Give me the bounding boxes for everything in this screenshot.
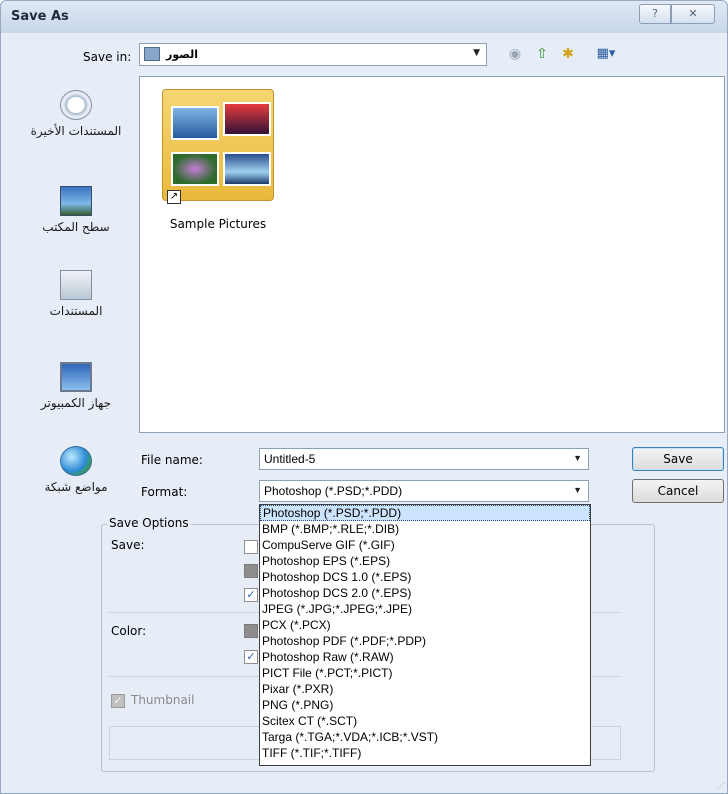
recent-icon: [60, 90, 92, 120]
place-computer[interactable]: جهاز الكمبيوتر: [21, 362, 131, 410]
thumbnail-image: [171, 152, 219, 186]
save-option-checkbox[interactable]: [244, 540, 258, 554]
shortcut-arrow-icon: ↗: [167, 190, 181, 204]
save-in-value: الصور: [166, 48, 198, 61]
thumbnail-image: [223, 102, 271, 136]
file-list[interactable]: ↗ Sample Pictures: [139, 76, 725, 433]
file-name-value: Untitled-5: [264, 452, 316, 466]
place-label: سطح المكتب: [42, 220, 110, 234]
dialog-title: Save As: [11, 9, 69, 24]
new-folder-icon[interactable]: ✱: [559, 45, 577, 63]
place-label: جهاز الكمبيوتر: [40, 396, 112, 410]
format-option[interactable]: Targa (*.TGA;*.VDA;*.ICB;*.VST): [260, 729, 590, 745]
places-bar: المستندات الأخيرة سطح المكتب المستندات ج…: [21, 76, 131, 506]
format-option[interactable]: Photoshop (*.PSD;*.PDD): [260, 505, 590, 521]
format-option[interactable]: JPEG (*.JPG;*.JPEG;*.JPE): [260, 601, 590, 617]
save-as-dialog: Save As ? ✕ Save in: الصور ▼ ◉ ⇧ ✱ ▦▾ ال…: [0, 0, 728, 794]
place-network[interactable]: مواضع شبكة: [21, 446, 131, 494]
color-label: Color:: [111, 624, 147, 638]
help-icon: ?: [652, 7, 658, 20]
views-menu-icon[interactable]: ▦▾: [591, 45, 621, 63]
color-option-checkbox[interactable]: ✓: [244, 650, 258, 664]
format-option[interactable]: Scitex CT (*.SCT): [260, 713, 590, 729]
format-option[interactable]: Photoshop PDF (*.PDF;*.PDP): [260, 633, 590, 649]
file-name-label: File name:: [141, 453, 203, 467]
format-option[interactable]: Photoshop DCS 1.0 (*.EPS): [260, 569, 590, 585]
place-recent-documents[interactable]: المستندات الأخيرة: [21, 90, 131, 138]
save-in-dropdown[interactable]: الصور ▼: [139, 43, 487, 66]
format-option[interactable]: BMP (*.BMP;*.RLE;*.DIB): [260, 521, 590, 537]
close-icon: ✕: [688, 7, 698, 20]
cancel-button[interactable]: Cancel: [632, 479, 724, 503]
chevron-down-icon: ▼: [473, 48, 480, 58]
place-documents[interactable]: المستندات: [21, 270, 131, 318]
computer-icon: [60, 362, 92, 392]
desktop-icon: [60, 186, 92, 216]
help-button[interactable]: ?: [639, 4, 671, 24]
format-option[interactable]: PICT File (*.PCT;*.PICT): [260, 665, 590, 681]
place-label: المستندات: [49, 304, 103, 318]
network-icon: [60, 446, 92, 476]
format-dropdown-list[interactable]: Photoshop (*.PSD;*.PDD) BMP (*.BMP;*.RLE…: [259, 504, 591, 766]
folder-name: Sample Pictures: [169, 217, 267, 231]
save-option-checkbox[interactable]: ✓: [244, 588, 258, 602]
thumbnail-label: Thumbnail: [131, 693, 195, 707]
format-option[interactable]: PCX (*.PCX): [260, 617, 590, 633]
format-option[interactable]: Pixar (*.PXR): [260, 681, 590, 697]
thumbnail-checkbox[interactable]: ✓: [111, 694, 125, 708]
back-icon[interactable]: ◉: [506, 45, 524, 63]
file-name-input[interactable]: Untitled-5 ▼: [259, 448, 589, 470]
chevron-down-icon[interactable]: ▼: [573, 453, 582, 463]
format-option[interactable]: PNG (*.PNG): [260, 697, 590, 713]
format-option[interactable]: Photoshop Raw (*.RAW): [260, 649, 590, 665]
format-option[interactable]: Photoshop EPS (*.EPS): [260, 553, 590, 569]
format-option[interactable]: Photoshop DCS 2.0 (*.EPS): [260, 585, 590, 601]
place-label: المستندات الأخيرة: [30, 124, 122, 138]
resize-grip-icon[interactable]: ⋰: [717, 781, 725, 790]
save-button[interactable]: Save: [632, 447, 724, 471]
folder-icon: ↗: [162, 89, 274, 204]
save-option-checkbox[interactable]: [244, 564, 258, 578]
format-option[interactable]: CompuServe GIF (*.GIF): [260, 537, 590, 553]
thumbnail-image: [171, 106, 219, 140]
format-label: Format:: [141, 485, 188, 499]
color-option-checkbox[interactable]: [244, 624, 258, 638]
save-in-label: Save in:: [83, 50, 132, 64]
folder-icon: [144, 47, 160, 61]
title-bar[interactable]: Save As ? ✕: [1, 1, 727, 33]
chevron-down-icon[interactable]: ▼: [573, 485, 582, 495]
format-option[interactable]: TIFF (*.TIF;*.TIFF): [260, 745, 590, 761]
format-select[interactable]: Photoshop (*.PSD;*.PDD) ▼: [259, 480, 589, 502]
up-folder-icon[interactable]: ⇧: [533, 45, 551, 63]
place-label: مواضع شبكة: [44, 480, 108, 494]
close-button[interactable]: ✕: [671, 4, 715, 24]
place-desktop[interactable]: سطح المكتب: [21, 180, 131, 234]
format-value: Photoshop (*.PSD;*.PDD): [264, 484, 403, 498]
save-label: Save:: [111, 538, 145, 552]
thumbnail-image: [223, 152, 271, 186]
documents-icon: [60, 270, 92, 300]
save-options-title: Save Options: [107, 516, 191, 530]
